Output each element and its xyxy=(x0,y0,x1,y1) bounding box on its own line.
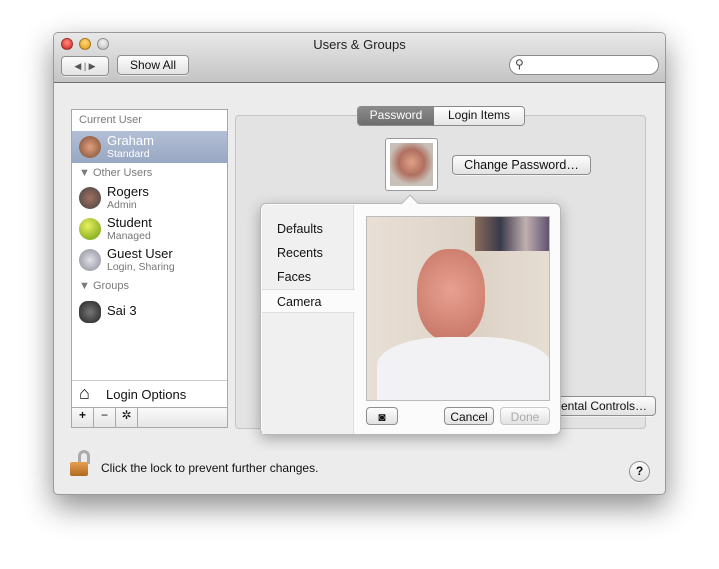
lock-body xyxy=(70,462,88,476)
picture-picker-popover: Defaults Recents Faces Camera ◙ Cancel D… xyxy=(260,194,561,435)
tab-bar: Password Login Items xyxy=(357,106,525,126)
search-input[interactable]: ⚲ xyxy=(509,55,659,75)
guest-avatar xyxy=(79,249,101,271)
groups-header[interactable]: ▼ Groups xyxy=(79,280,129,292)
user-item-rogers[interactable]: Rogers Admin xyxy=(72,182,227,214)
bookshelf xyxy=(475,217,549,251)
group-icon xyxy=(79,301,101,323)
help-button[interactable]: ? xyxy=(629,461,650,482)
user-name: Student xyxy=(107,215,152,230)
tennis-ball-avatar xyxy=(79,218,101,240)
source-camera[interactable]: Camera xyxy=(262,289,355,313)
login-options-label: Login Options xyxy=(106,387,187,402)
camera-preview xyxy=(366,216,550,401)
face xyxy=(417,249,485,341)
title-bar: Users & Groups ◀ | ▶ Show All ⚲ xyxy=(54,33,665,83)
gear-icon[interactable]: ✲ xyxy=(116,408,138,427)
source-list: Defaults Recents Faces Camera xyxy=(262,205,355,434)
forward-icon[interactable]: ▶ xyxy=(89,61,96,71)
user-name: Graham xyxy=(107,133,154,148)
user-role: Standard xyxy=(107,148,150,160)
other-users-header[interactable]: ▼ Other Users xyxy=(79,167,152,179)
cancel-button[interactable]: Cancel xyxy=(444,407,494,425)
group-name: Sai 3 xyxy=(107,303,137,318)
source-recents[interactable]: Recents xyxy=(262,241,354,265)
lock-message: Click the lock to prevent further change… xyxy=(101,461,319,475)
add-user-button[interactable]: + xyxy=(72,408,94,427)
change-password-button[interactable]: Change Password… xyxy=(452,155,591,175)
house-icon: ⌂ xyxy=(79,383,90,403)
user-item-student[interactable]: Student Managed xyxy=(72,213,227,245)
back-forward-control[interactable]: ◀ | ▶ xyxy=(61,56,109,76)
user-list[interactable]: Current User Graham Standard ▼ Other Use… xyxy=(71,109,228,428)
user-role: Admin xyxy=(107,199,137,211)
user-role: Managed xyxy=(107,230,151,242)
user-name: Rogers xyxy=(107,184,149,199)
show-all-button[interactable]: Show All xyxy=(117,55,189,75)
preferences-window: Users & Groups ◀ | ▶ Show All ⚲ Current … xyxy=(53,32,666,495)
back-icon[interactable]: ◀ xyxy=(74,61,81,71)
avatar xyxy=(79,136,101,158)
login-options-item[interactable]: ⌂ Login Options xyxy=(72,380,227,407)
user-picture xyxy=(390,143,433,186)
avatar xyxy=(79,187,101,209)
source-faces[interactable]: Faces xyxy=(262,265,354,289)
remove-user-button[interactable]: − xyxy=(94,408,116,427)
user-item-graham[interactable]: Graham Standard xyxy=(72,131,227,163)
user-role: Login, Sharing xyxy=(107,261,175,273)
window-title: Users & Groups xyxy=(313,37,406,52)
tab-login-items[interactable]: Login Items xyxy=(434,107,524,125)
shirt xyxy=(377,337,549,400)
user-name: Guest User xyxy=(107,246,173,261)
source-defaults[interactable]: Defaults xyxy=(262,217,354,241)
search-icon: ⚲ xyxy=(515,57,524,71)
lock-icon[interactable] xyxy=(70,450,96,478)
group-item[interactable]: Sai 3 xyxy=(72,296,227,328)
current-user-header: Current User xyxy=(79,114,142,126)
done-button[interactable]: Done xyxy=(500,407,550,425)
user-picture-button[interactable] xyxy=(385,138,438,191)
user-item-guest[interactable]: Guest User Login, Sharing xyxy=(72,244,227,276)
tab-password[interactable]: Password xyxy=(358,107,434,125)
list-toolbar: + − ✲ xyxy=(72,407,227,427)
camera-icon[interactable]: ◙ xyxy=(366,407,398,425)
